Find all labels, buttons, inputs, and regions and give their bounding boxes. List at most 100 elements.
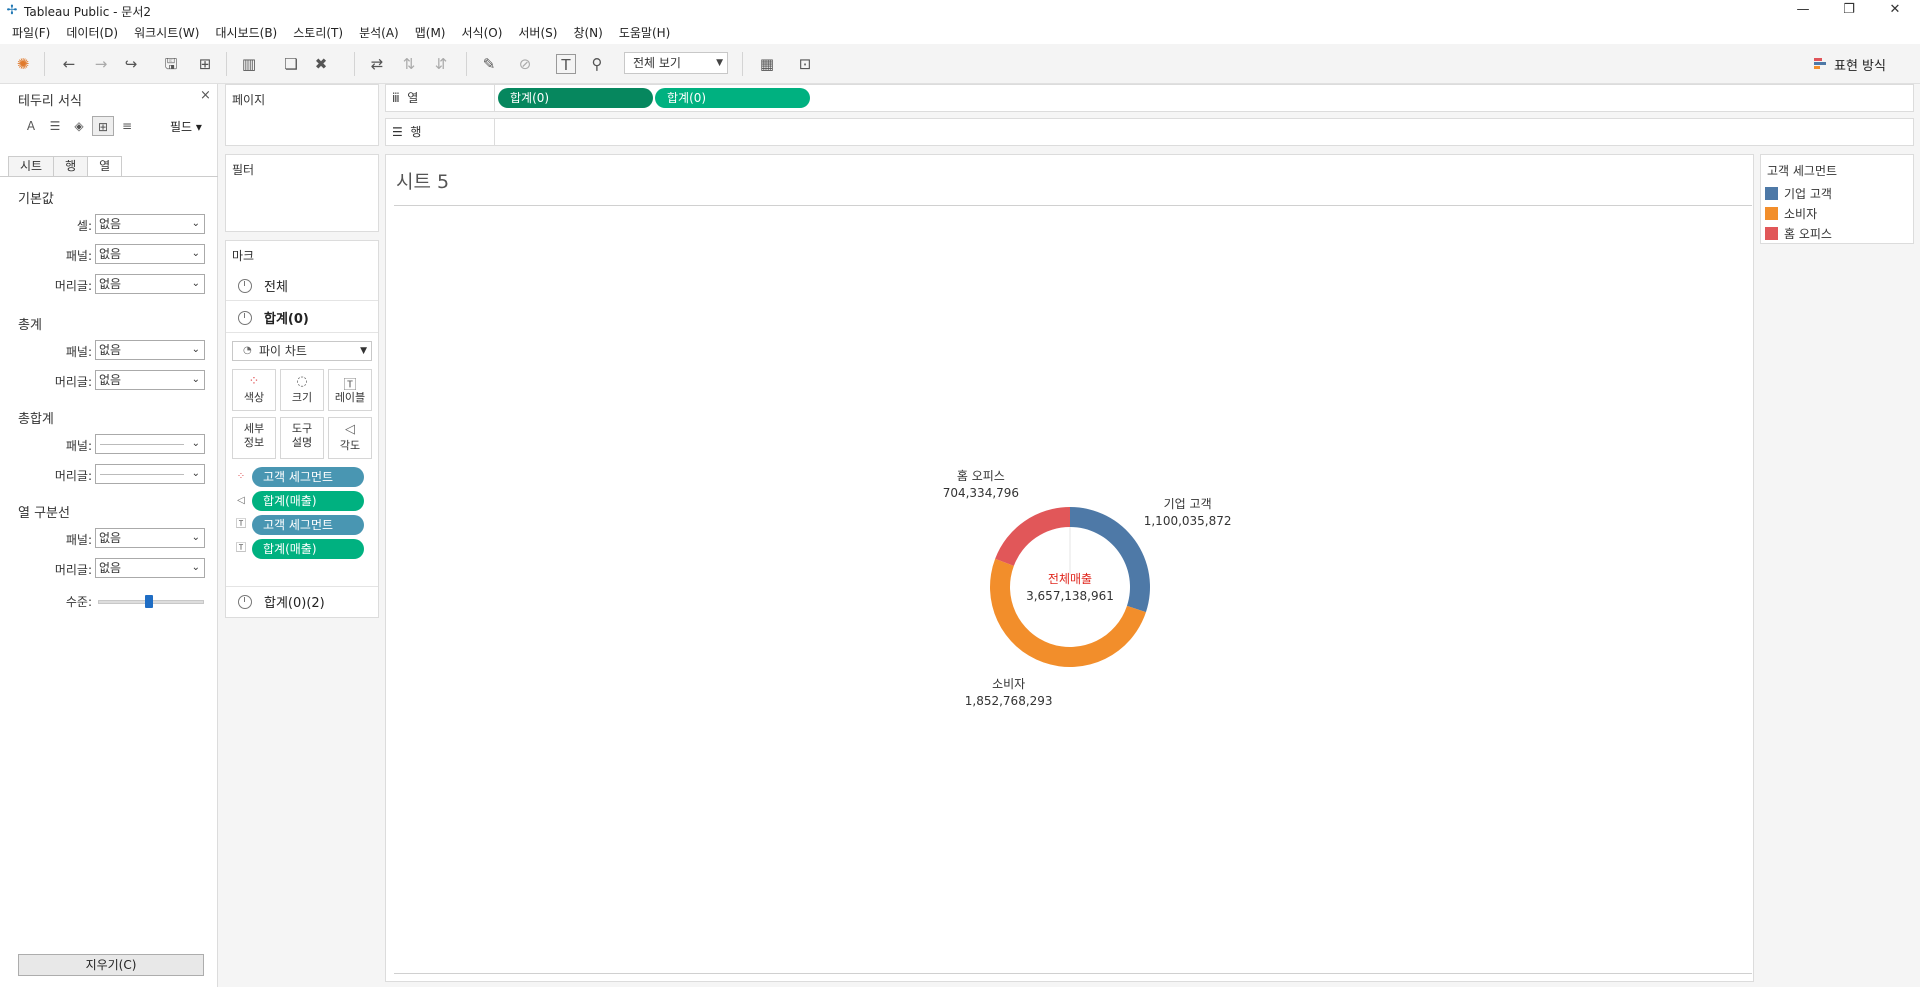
column-pill-sum1[interactable]: 합계(0) xyxy=(498,88,653,108)
menu-format[interactable]: 서식(O) xyxy=(454,22,511,44)
format-font-icon[interactable]: A xyxy=(20,116,42,136)
tableau-logo-icon: ✢ xyxy=(6,3,18,18)
segment-label-pill[interactable]: 고객 세그먼트 xyxy=(252,515,364,535)
slider-thumb[interactable] xyxy=(145,595,153,608)
size-button[interactable]: ◌ 크기 xyxy=(280,369,324,411)
pane-label: 패널: xyxy=(65,439,92,453)
tooltip-button[interactable]: 도구 설명 xyxy=(280,417,324,459)
pages-card[interactable]: 페이지 xyxy=(225,84,379,146)
group-icon[interactable]: ⊘ xyxy=(514,54,536,74)
column-pill-sum2[interactable]: 합계(0) xyxy=(655,88,810,108)
label-pill-row: 🅃 고객 세그먼트 xyxy=(234,515,374,535)
legend-label: 홈 오피스 xyxy=(1784,226,1832,241)
view-fit-select[interactable]: 전체 보기 ▼ xyxy=(624,52,728,74)
slice-homeoffice[interactable] xyxy=(995,507,1070,566)
sort-asc-icon[interactable]: ⇅ xyxy=(398,54,420,74)
tab-rows[interactable]: 행 xyxy=(53,156,89,176)
marks-card: 마크 전체 합계(0) ◔ 파이 차트 ▼ ⁘ 색상 ◌ 크기 🅃 레이블 세부 정보… xyxy=(225,240,379,618)
close-icon[interactable]: ✕ xyxy=(1872,0,1918,22)
label-icon: 🅃 xyxy=(236,543,246,554)
sales-angle-pill[interactable]: 합계(매출) xyxy=(252,491,364,511)
chevron-down-icon: ⌄ xyxy=(191,248,200,259)
label-button[interactable]: 🅃 레이블 xyxy=(328,369,372,411)
default-header-select[interactable]: 없음 ⌄ xyxy=(95,274,205,294)
highlight-icon[interactable]: ✎ xyxy=(478,54,500,74)
center-title: 전체매출 xyxy=(1048,572,1092,586)
marks-tab-sum2[interactable]: 합계(0)(2) xyxy=(226,586,378,616)
menu-dashboard[interactable]: 대시보드(B) xyxy=(207,22,285,44)
save-icon[interactable]: 🖫 xyxy=(160,54,182,74)
menu-server[interactable]: 서버(S) xyxy=(510,22,565,44)
slice-category-text: 소비자 xyxy=(992,677,1025,691)
restore-icon[interactable]: ❐ xyxy=(1826,0,1872,22)
tab-columns[interactable]: 열 xyxy=(87,156,123,177)
marks-tab-sum1[interactable]: 합계(0) xyxy=(226,303,378,333)
close-pane-icon[interactable]: × xyxy=(200,88,211,103)
rows-shelf[interactable]: ☰ 행 xyxy=(385,118,1914,146)
menu-window[interactable]: 창(N) xyxy=(565,22,610,44)
tableau-home-icon[interactable]: ✺ xyxy=(12,54,34,74)
segment-color-pill[interactable]: 고객 세그먼트 xyxy=(252,467,364,487)
totals-header-select[interactable]: 없음 ⌄ xyxy=(95,370,205,390)
show-labels-icon[interactable]: T xyxy=(556,54,576,74)
menu-map[interactable]: 맵(M) xyxy=(407,22,454,44)
undo-icon[interactable]: ← xyxy=(58,54,80,74)
menu-data[interactable]: 데이터(D) xyxy=(58,22,126,44)
filters-card[interactable]: 필터 xyxy=(225,154,379,232)
grand-totals-pane-select[interactable]: ⌄ xyxy=(95,434,205,454)
legend-item-corporate[interactable]: 기업 고객 xyxy=(1765,185,1832,201)
show-me-button[interactable]: 표현 방식 xyxy=(1814,54,1886,74)
totals-pane-select[interactable]: 없음 ⌄ xyxy=(95,340,205,360)
legend-item-homeoffice[interactable]: 홈 오피스 xyxy=(1765,225,1832,241)
redo-icon[interactable]: → xyxy=(90,54,112,74)
divider-header-select[interactable]: 없음 ⌄ xyxy=(95,558,205,578)
menu-worksheet[interactable]: 워크시트(W) xyxy=(126,22,207,44)
detail-button[interactable]: 세부 정보 xyxy=(232,417,276,459)
color-legend[interactable]: 고객 세그먼트 기업 고객 소비자 홈 오피스 xyxy=(1760,154,1914,244)
legend-item-consumer[interactable]: 소비자 xyxy=(1765,205,1817,221)
duplicate-sheet-icon[interactable]: ❏ xyxy=(280,54,302,74)
default-cell-select[interactable]: 없음 ⌄ xyxy=(95,214,205,234)
new-datasource-icon[interactable]: ⊞ xyxy=(194,54,216,74)
divider-pane-select[interactable]: 없음 ⌄ xyxy=(95,528,205,548)
replay-icon[interactable]: ↪ xyxy=(120,54,142,74)
format-borders-icon[interactable]: ⊞ xyxy=(92,116,114,136)
window-title: Tableau Public - 문서2 xyxy=(24,4,151,19)
menu-file[interactable]: 파일(F) xyxy=(4,22,58,44)
pin-icon[interactable]: ⚲ xyxy=(586,54,608,74)
new-worksheet-icon[interactable]: ▥ xyxy=(238,54,260,74)
show-cards-icon[interactable]: ▦ xyxy=(756,54,778,74)
columns-shelf[interactable]: ⅲ 열 합계(0) 합계(0) xyxy=(385,84,1914,112)
sort-desc-icon[interactable]: ⇵ xyxy=(430,54,452,74)
worksheet-view[interactable]: 시트 5 기업 고객 1,100,035,872 소비자 1,852,768,293 홈… xyxy=(385,154,1754,982)
format-lines-icon[interactable]: ≡ xyxy=(116,116,138,136)
marks-tab-all[interactable]: 전체 xyxy=(226,271,378,301)
default-pane-select[interactable]: 없음 ⌄ xyxy=(95,244,205,264)
menu-story[interactable]: 스토리(T) xyxy=(285,22,351,44)
header-label: 머리글: xyxy=(54,469,92,483)
clear-button[interactable]: 지우기(C) xyxy=(18,954,204,976)
tab-sheet[interactable]: 시트 xyxy=(8,156,55,176)
angle-button[interactable]: ◁ 각도 xyxy=(328,417,372,459)
sales-label-pill[interactable]: 합계(매출) xyxy=(252,539,364,559)
swap-icon[interactable]: ⇄ xyxy=(366,54,388,74)
label-pill-row-2: 🅃 합계(매출) xyxy=(234,539,374,559)
mark-type-select[interactable]: ◔ 파이 차트 ▼ xyxy=(232,341,372,361)
level-slider[interactable] xyxy=(98,595,204,608)
format-alignment-icon[interactable]: ☰ xyxy=(44,116,66,136)
donut-chart[interactable]: 기업 고객 1,100,035,872 소비자 1,852,768,293 홈 오피스 7… xyxy=(386,155,1753,981)
size-label: 크기 xyxy=(291,391,313,404)
menu-help[interactable]: 도움말(H) xyxy=(611,22,679,44)
clear-sheet-icon[interactable]: ✖ xyxy=(310,54,332,74)
presentation-icon[interactable]: ⊡ xyxy=(794,54,816,74)
show-me-icon xyxy=(1814,58,1828,70)
menu-analysis[interactable]: 분석(A) xyxy=(351,22,407,44)
format-borders-pane: 테두리 서식 × A ☰ ◈ ⊞ ≡ 필드 ▾ 시트 행 열 기본값 셀: 없음… xyxy=(0,84,218,987)
fields-dropdown[interactable]: 필드 ▾ xyxy=(170,118,202,135)
format-shading-icon[interactable]: ◈ xyxy=(68,116,90,136)
minimize-icon[interactable]: — xyxy=(1780,0,1826,22)
format-type-icons: A ☰ ◈ ⊞ ≡ xyxy=(20,116,140,136)
color-button[interactable]: ⁘ 색상 xyxy=(232,369,276,411)
grand-totals-header-select[interactable]: ⌄ xyxy=(95,464,205,484)
mark-type-value: 파이 차트 xyxy=(259,344,307,358)
